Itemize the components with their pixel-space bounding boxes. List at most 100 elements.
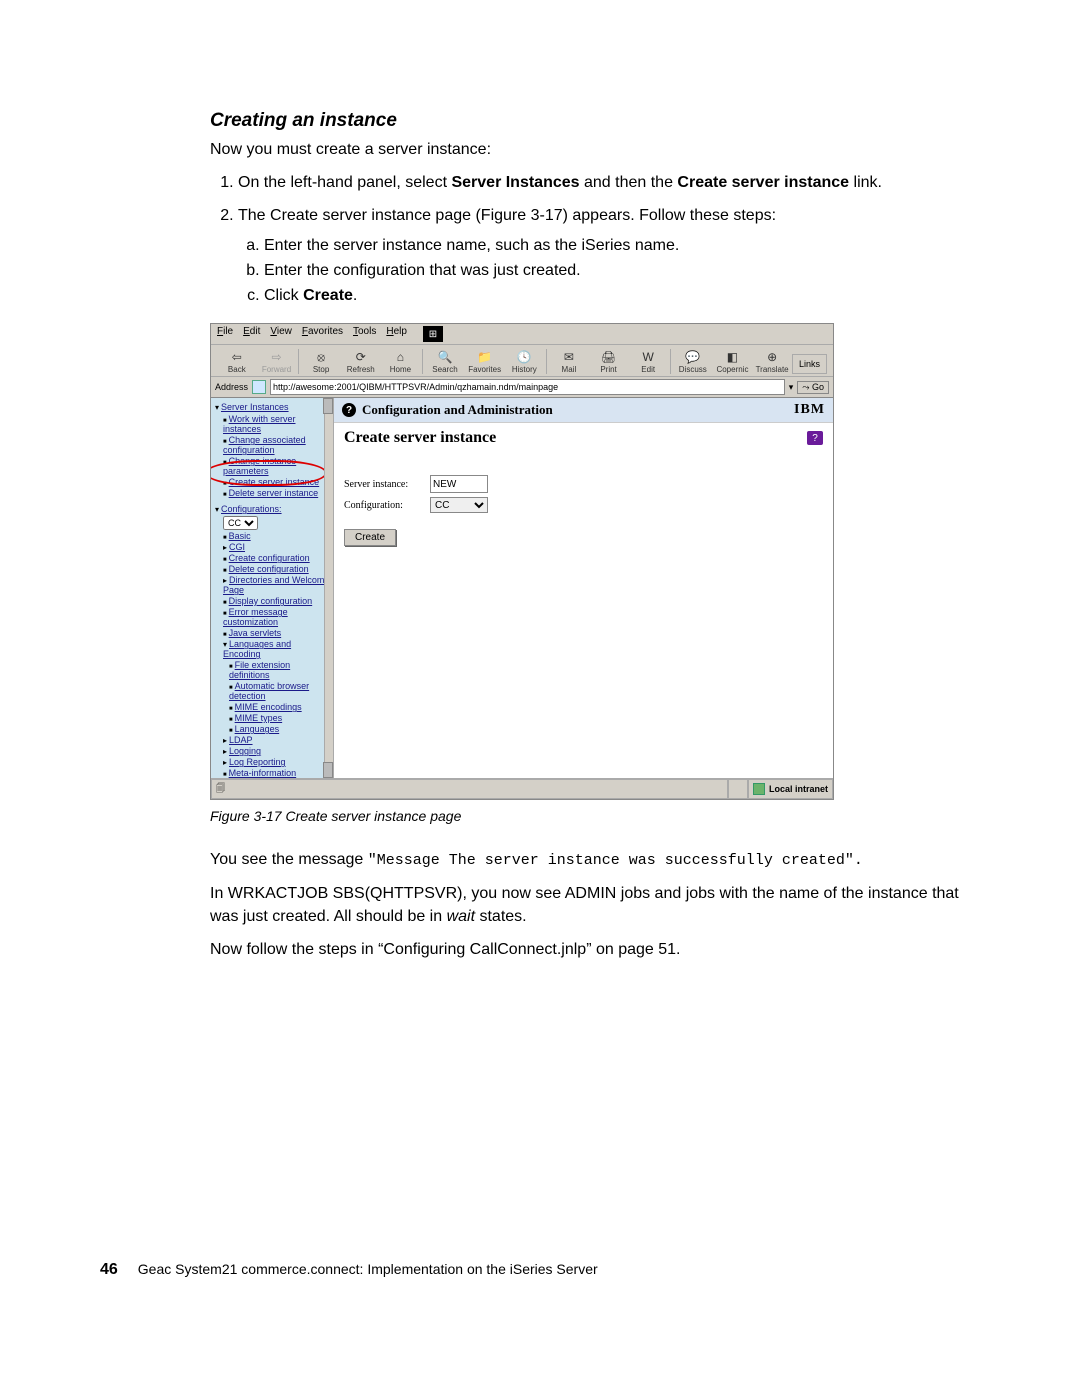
sidebar-configurations[interactable]: Configurations: (221, 504, 282, 514)
favorites-icon: 📁 (475, 349, 495, 365)
sidebar-meta[interactable]: Meta-information (229, 768, 297, 778)
history-icon: 🕓 (514, 349, 534, 365)
step1-post: link. (849, 174, 882, 191)
copernic-icon: ◧ (722, 349, 742, 365)
sidebar-change-assoc[interactable]: Change associated configuration (223, 435, 306, 455)
section-heading: Creating an instance (210, 110, 960, 132)
copernic-label: Copernic (716, 365, 748, 374)
create-button[interactable]: Create (344, 529, 396, 546)
menu-edit[interactable]: Edit (243, 326, 260, 342)
input-server-instance[interactable] (430, 475, 488, 493)
step2c-pre: Click (264, 287, 303, 304)
step-2c: Click Create. (264, 284, 960, 307)
address-dropdown-icon[interactable]: ▾ (789, 382, 794, 393)
menu-help[interactable]: Help (386, 326, 407, 342)
sidebar-log-rep[interactable]: Log Reporting (229, 757, 286, 767)
sidebar-logging[interactable]: Logging (229, 746, 261, 756)
step-2: The Create server instance page (Figure … (238, 204, 960, 307)
print-button[interactable]: 🖨Print (589, 349, 629, 374)
address-input[interactable] (270, 379, 785, 395)
after2-b: states. (475, 908, 527, 925)
step2c-bold: Create (303, 287, 353, 304)
after1-mono: "Message The server instance was success… (368, 852, 863, 869)
stop-label: Stop (313, 365, 329, 374)
forward-arrow-icon: ⇨ (266, 349, 286, 365)
sidebar-dir-welcome[interactable]: Directories and Welcome Page (223, 575, 329, 595)
sidebar-mime-types[interactable]: MIME types (235, 713, 283, 723)
sidebar-ldap[interactable]: LDAP (229, 735, 253, 745)
edit-button[interactable]: WEdit (628, 349, 668, 374)
sidebar-change-inst[interactable]: Change instance parameters (223, 456, 296, 476)
label-configuration: Configuration: (344, 500, 424, 511)
forward-label: Forward (262, 365, 291, 374)
print-label: Print (600, 365, 616, 374)
sidebar-java[interactable]: Java servlets (229, 628, 282, 638)
ie-menubar: File Edit View Favorites Tools Help ⊞ (211, 324, 833, 345)
ie-status-bar: 🗐 Local intranet (211, 778, 833, 799)
after-text-2: In WRKACTJOB SBS(QHTTPSVR), you now see … (210, 882, 960, 928)
sidebar-file-ext[interactable]: File extension definitions (229, 660, 290, 680)
history-button[interactable]: 🕓History (504, 349, 544, 374)
ie-page-status-icon: 🗐 (216, 783, 225, 793)
sidebar-display-conf[interactable]: Display configuration (229, 596, 313, 606)
menu-tools[interactable]: Tools (353, 326, 376, 342)
sidebar-server-instances[interactable]: Server Instances (221, 402, 289, 412)
help-icon[interactable]: ? (342, 403, 356, 417)
step-2b: Enter the configuration that was just cr… (264, 259, 960, 282)
status-zone-label: Local intranet (769, 784, 828, 794)
menu-file[interactable]: File (217, 326, 233, 342)
copernic-button[interactable]: ◧Copernic (713, 349, 753, 374)
ie-page-icon (252, 380, 266, 394)
admin-content: ? Configuration and Administration IBM C… (334, 398, 833, 778)
sidebar-create-inst[interactable]: Create server instance (229, 477, 320, 487)
sidebar-delete-conf[interactable]: Delete configuration (229, 564, 309, 574)
status-zone: Local intranet (748, 779, 833, 799)
back-arrow-icon: ⇦ (227, 349, 247, 365)
after1-pre: You see the message (210, 851, 368, 868)
page-help-icon[interactable]: ? (807, 431, 823, 445)
mail-icon: ✉ (559, 349, 579, 365)
sidebar-config-select[interactable]: CC (223, 516, 258, 530)
after-text-1: You see the message "Message The server … (210, 848, 960, 872)
sidebar-scrollbar[interactable] (324, 398, 333, 778)
select-configuration[interactable]: CC (430, 497, 488, 513)
home-icon: ⌂ (390, 349, 410, 365)
favorites-label: Favorites (468, 365, 501, 374)
sidebar-err-msg[interactable]: Error message customization (223, 607, 288, 627)
translate-button[interactable]: ⊕Translate (752, 349, 792, 374)
after2-a: In WRKACTJOB SBS(QHTTPSVR), you now see … (210, 885, 959, 925)
sidebar-create-conf[interactable]: Create configuration (229, 553, 310, 563)
refresh-button[interactable]: ⟳Refresh (341, 349, 381, 374)
figure-caption: Figure 3-17 Create server instance page (210, 808, 960, 824)
address-bar: Address ▾ ⤳ Go (211, 377, 833, 398)
stop-icon: ⦻ (311, 349, 331, 365)
sidebar-mime-enc[interactable]: MIME encodings (235, 702, 302, 712)
mail-label: Mail (562, 365, 577, 374)
step2c-post: . (353, 287, 357, 304)
translate-icon: ⊕ (762, 349, 782, 365)
sidebar-languages[interactable]: Languages (235, 724, 280, 734)
sidebar-basic[interactable]: Basic (229, 531, 251, 541)
favorites-button[interactable]: 📁Favorites (465, 349, 505, 374)
discuss-button[interactable]: 💬Discuss (673, 349, 713, 374)
menu-favorites[interactable]: Favorites (302, 326, 343, 342)
search-button[interactable]: 🔍Search (425, 349, 465, 374)
sidebar-cgi[interactable]: CGI (229, 542, 245, 552)
print-icon: 🖨 (599, 349, 619, 365)
home-button[interactable]: ⌂Home (381, 349, 421, 374)
go-button[interactable]: ⤳ Go (797, 381, 829, 394)
sidebar-auto-browser[interactable]: Automatic browser detection (229, 681, 309, 701)
edit-icon: W (638, 349, 658, 365)
links-button[interactable]: Links (792, 354, 827, 374)
step-2a: Enter the server instance name, such as … (264, 234, 960, 257)
sidebar-work-with-server[interactable]: Work with server instances (223, 414, 295, 434)
sidebar-delete-inst[interactable]: Delete server instance (229, 488, 319, 498)
stop-button[interactable]: ⦻Stop (301, 349, 341, 374)
sidebar-lang-enc[interactable]: Languages and Encoding (223, 639, 291, 659)
admin-sidebar: Server Instances Work with server instan… (211, 398, 334, 778)
mail-button[interactable]: ✉Mail (549, 349, 589, 374)
back-button[interactable]: ⇦Back (217, 349, 257, 374)
row-server-instance: Server instance: (334, 473, 833, 495)
ie-content-area: Server Instances Work with server instan… (211, 398, 833, 778)
menu-view[interactable]: View (270, 326, 292, 342)
